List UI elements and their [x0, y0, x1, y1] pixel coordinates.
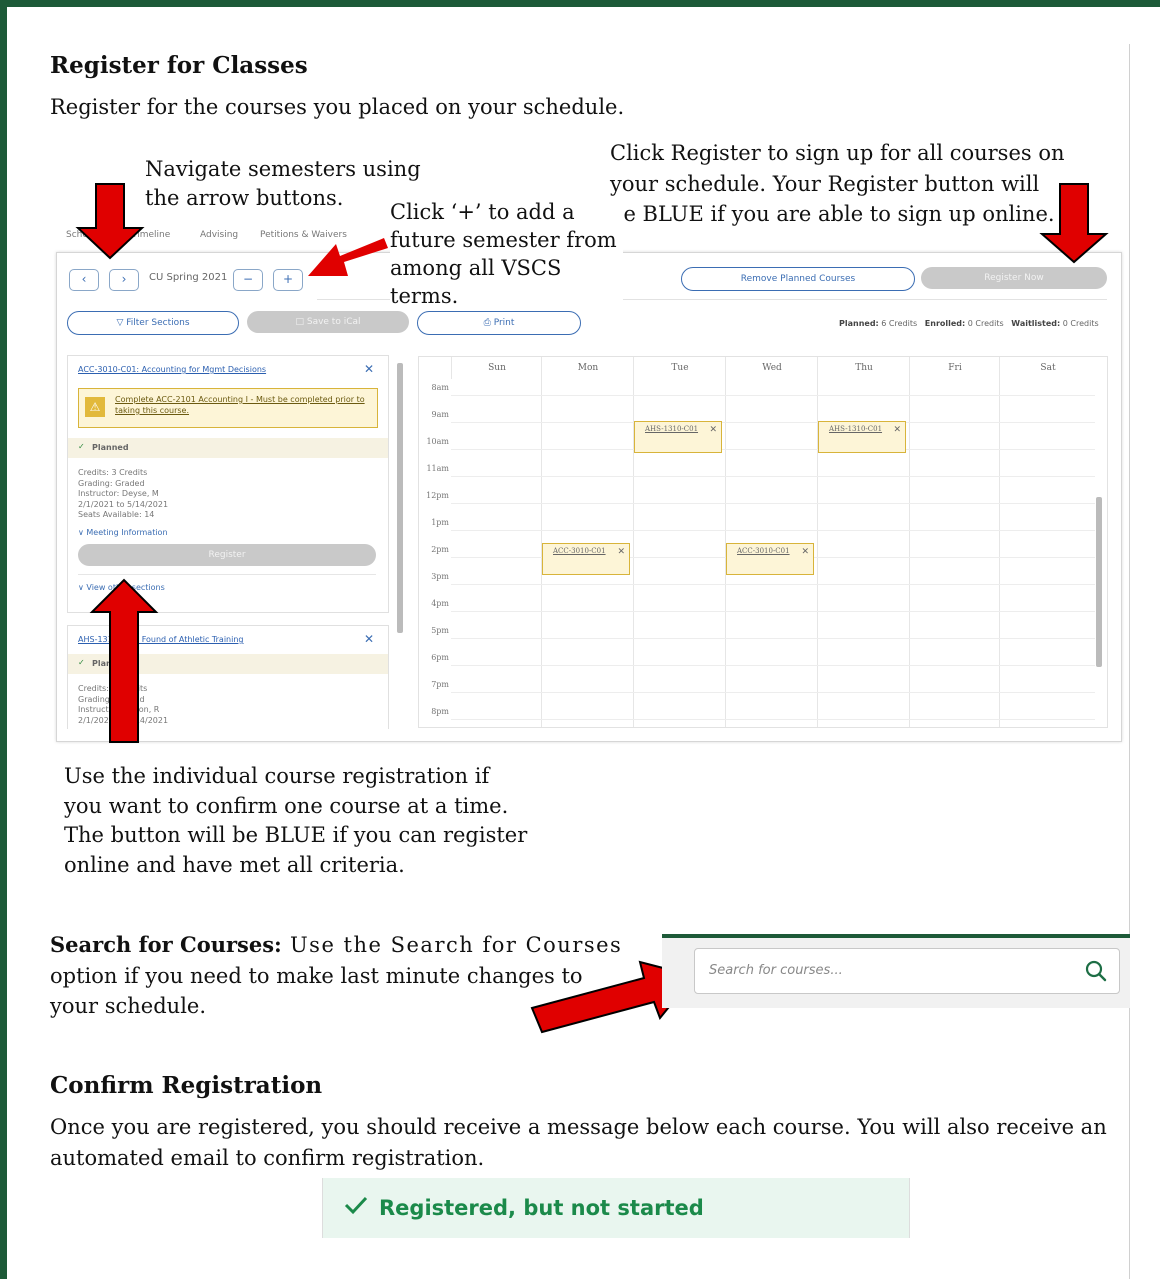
search-section-line: Use the Search for Courses [281, 933, 623, 957]
search-panel: Search for courses... [662, 934, 1130, 1008]
confirm-section-line: automated email to confirm registration. [50, 1146, 485, 1170]
confirm-section-text: Once you are registered, you should rece… [50, 1112, 1107, 1174]
registration-status-banner: Registered, but not started [322, 1178, 910, 1238]
confirm-section-line: Once you are registered, you should rece… [50, 1115, 1107, 1139]
search-placeholder: Search for courses... [709, 963, 843, 978]
red-arrow-up-icon [89, 578, 159, 743]
callout-individual-line: Use the individual course registration i… [64, 764, 490, 788]
search-icon[interactable] [1085, 960, 1107, 982]
callout-individual-line: you want to confirm one course at a time… [64, 793, 509, 818]
registration-status-text: Registered, but not started [379, 1196, 704, 1220]
callout-individual-registration: Use the individual course registration i… [64, 762, 527, 880]
callout-individual-line: online and have met all criteria. [64, 852, 405, 877]
search-section-line: option if you need to make last minute c… [50, 963, 583, 988]
callout-individual-line: The button will be BLUE if you can regis… [64, 823, 528, 847]
red-arrow-down-icon [1039, 183, 1109, 264]
check-icon [344, 1196, 368, 1215]
search-section-line: your schedule. [50, 994, 207, 1018]
search-section-heading: Search for Courses: [50, 932, 282, 957]
red-arrow-diagonal-icon [308, 238, 388, 276]
red-arrow-down-icon [75, 183, 145, 260]
confirm-section-heading: Confirm Registration [50, 1072, 323, 1099]
search-input[interactable]: Search for courses... [694, 948, 1120, 994]
search-section-text: Search for Courses: Use the Search for C… [50, 930, 622, 1022]
